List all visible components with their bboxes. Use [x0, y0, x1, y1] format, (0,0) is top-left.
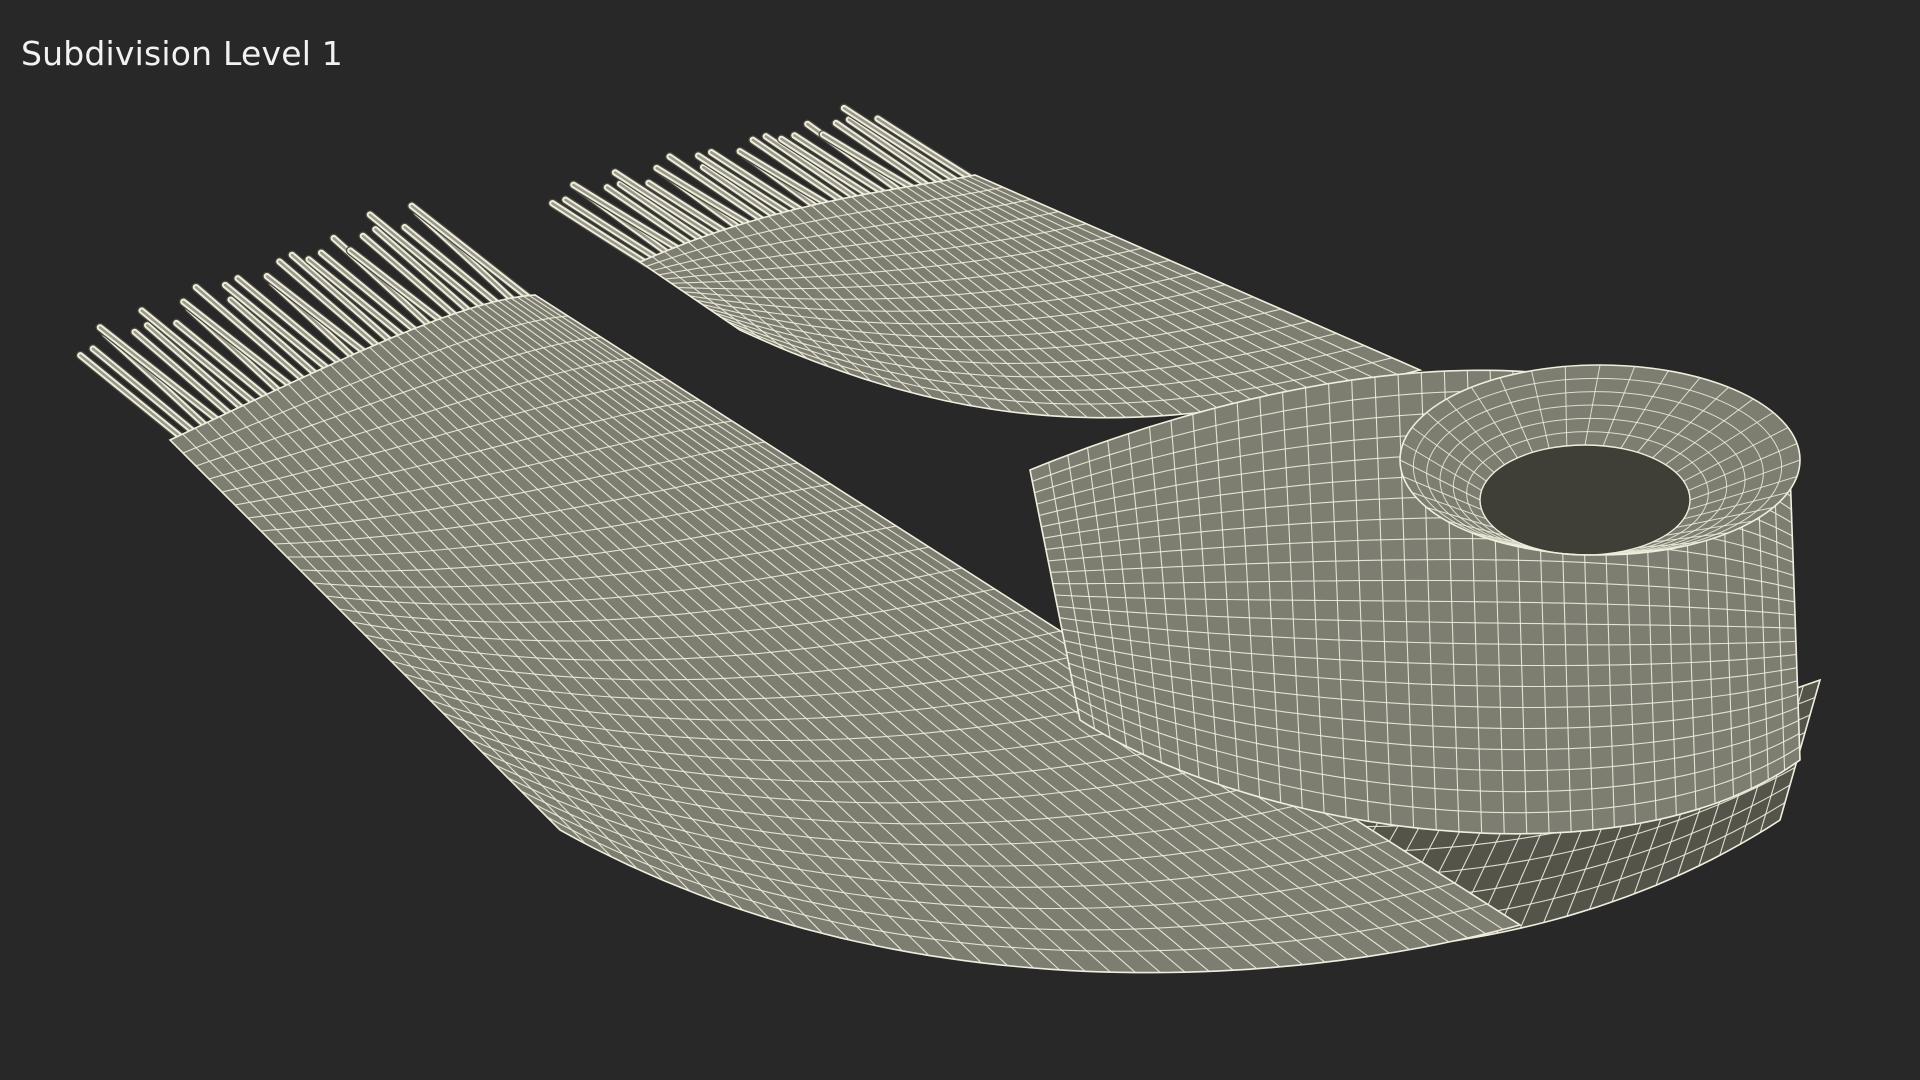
- subdivision-level-label: Subdivision Level 1: [21, 34, 343, 73]
- scarf-model-render: [75, 103, 1822, 974]
- knot-loop: [1399, 364, 1801, 556]
- viewport: Subdivision Level 1: [0, 0, 1920, 1080]
